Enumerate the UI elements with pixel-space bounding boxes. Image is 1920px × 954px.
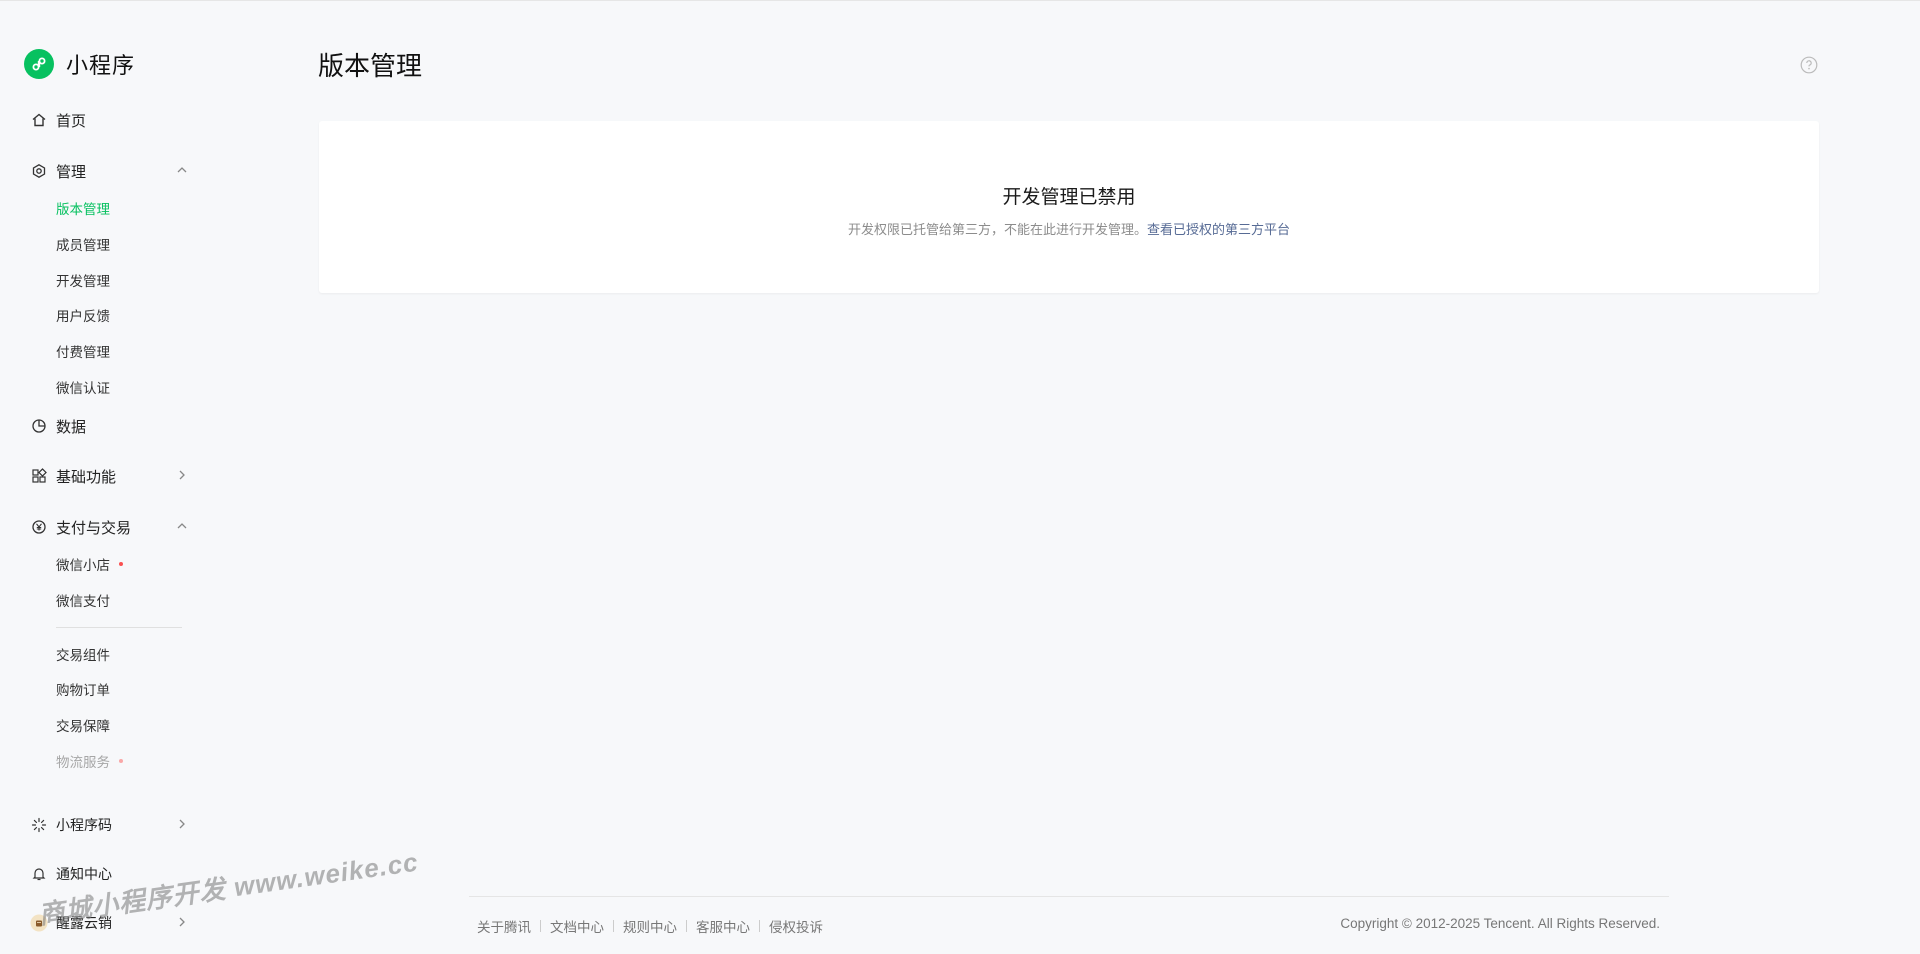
home-icon	[30, 111, 48, 129]
sidebar-subitem-trade-component[interactable]: 交易组件	[56, 643, 110, 665]
sidebar-item-label: 支付与交易	[56, 519, 132, 537]
sidebar-subitem-user-feedback[interactable]: 用户反馈	[56, 304, 110, 326]
sidebar-item-label: 首页	[56, 112, 87, 130]
footer-links: 关于腾讯 文档中心 规则中心 客服中心 侵权投诉	[477, 916, 823, 936]
footer-separator	[759, 920, 760, 932]
sidebar-subitem-wechat-verify[interactable]: 微信认证	[56, 376, 110, 398]
footer-link-infringement[interactable]: 侵权投诉	[769, 916, 823, 936]
card-description-text: 开发权限已托管给第三方，不能在此进行开发管理。	[847, 222, 1147, 237]
dev-disabled-card: 开发管理已禁用 开发权限已托管给第三方，不能在此进行开发管理。查看已授权的第三方…	[319, 121, 1819, 293]
sidebar-item-manage[interactable]: 管理	[30, 158, 190, 184]
settings-icon	[30, 162, 48, 180]
footer-link-docs[interactable]: 文档中心	[550, 916, 604, 936]
sidebar-subitem-logistics[interactable]: 物流服务	[56, 750, 123, 772]
sidebar-item-data[interactable]: 数据	[30, 413, 190, 439]
sidebar-item-account[interactable]: 醒露云销	[30, 910, 190, 936]
sidebar-item-label: 通知中心	[56, 866, 112, 882]
help-icon[interactable]	[1800, 56, 1818, 74]
sidebar-subitem-paid-manage[interactable]: 付费管理	[56, 340, 110, 362]
chevron-right-icon[interactable]	[174, 914, 190, 930]
view-third-party-link[interactable]: 查看已授权的第三方平台	[1147, 222, 1290, 237]
footer-separator	[686, 920, 687, 932]
sidebar-subitem-version-manage[interactable]: 版本管理	[56, 197, 110, 219]
notification-dot	[119, 562, 123, 566]
sidebar-subitem-label: 微信小店	[56, 558, 110, 573]
sidebar-subitem-member-manage[interactable]: 成员管理	[56, 233, 110, 255]
sidebar: 小程序 首页 管理 版本管理 成员管理 开发管理 用户反馈 付费管理 微信认证 …	[0, 0, 200, 954]
footer-link-support[interactable]: 客服中心	[696, 916, 750, 936]
sidebar-item-qrcode[interactable]: 小程序码	[30, 812, 190, 838]
page-title: 版本管理	[318, 51, 423, 81]
sidebar-subitem-dev-manage[interactable]: 开发管理	[56, 269, 110, 291]
footer-separator	[540, 920, 541, 932]
sidebar-divider	[56, 627, 182, 628]
yuan-icon	[30, 518, 48, 536]
chevron-right-icon[interactable]	[174, 816, 190, 832]
chevron-up-icon[interactable]	[174, 162, 190, 178]
account-name: 醒露云销	[56, 915, 112, 931]
footer-link-about[interactable]: 关于腾讯	[477, 916, 531, 936]
sidebar-item-label: 小程序码	[56, 817, 112, 833]
chart-icon	[30, 417, 48, 435]
card-description: 开发权限已托管给第三方，不能在此进行开发管理。查看已授权的第三方平台	[319, 219, 1819, 238]
brand[interactable]: 小程序	[24, 48, 135, 80]
bell-icon	[30, 865, 48, 883]
chevron-up-icon[interactable]	[174, 518, 190, 534]
footer-separator	[613, 920, 614, 932]
footer-link-rules[interactable]: 规则中心	[623, 916, 677, 936]
sidebar-item-label: 数据	[56, 418, 87, 436]
sidebar-item-notifications[interactable]: 通知中心	[30, 861, 190, 887]
app-name: 小程序	[66, 53, 136, 78]
sidebar-item-payment[interactable]: 支付与交易	[30, 514, 190, 540]
notification-dot	[119, 759, 123, 763]
sidebar-item-label: 管理	[56, 163, 87, 181]
sidebar-subitem-wechat-pay[interactable]: 微信支付	[56, 589, 110, 611]
sidebar-subitem-shopping-orders[interactable]: 购物订单	[56, 678, 110, 700]
qrcode-icon	[30, 816, 48, 834]
sidebar-item-basic-features[interactable]: 基础功能	[30, 463, 190, 489]
card-title: 开发管理已禁用	[1002, 187, 1136, 208]
avatar	[30, 914, 48, 932]
chevron-right-icon[interactable]	[174, 467, 190, 483]
grid-icon	[30, 467, 48, 485]
sidebar-item-label: 基础功能	[56, 468, 117, 486]
copyright: Copyright © 2012-2025 Tencent. All Right…	[1340, 916, 1660, 931]
sidebar-subitem-wechat-shop[interactable]: 微信小店	[56, 553, 123, 575]
miniprogram-logo-icon	[24, 49, 54, 79]
sidebar-item-home[interactable]: 首页	[30, 107, 190, 133]
footer-divider	[469, 896, 1669, 897]
sidebar-subitem-label: 物流服务	[56, 755, 110, 770]
top-border	[0, 0, 1920, 1]
sidebar-subitem-trade-guarantee[interactable]: 交易保障	[56, 714, 110, 736]
